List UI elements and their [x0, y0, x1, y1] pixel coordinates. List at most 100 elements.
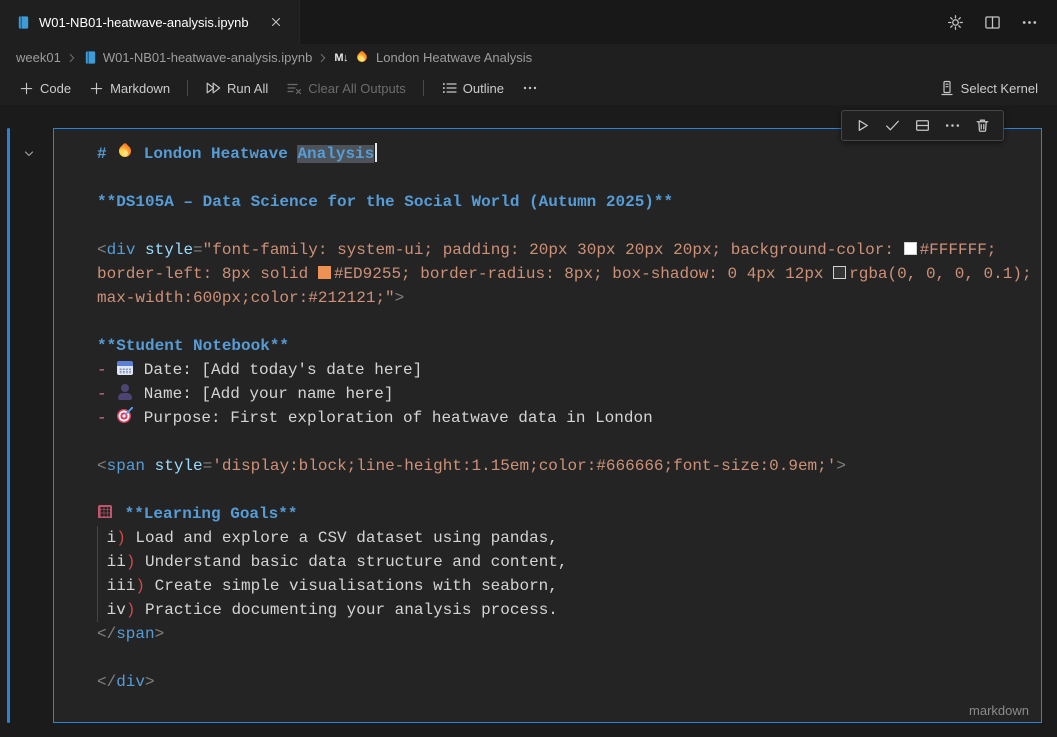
- code-token: div: [116, 673, 145, 691]
- execute-cell-icon[interactable]: [851, 114, 874, 137]
- more-actions-icon[interactable]: [1018, 11, 1041, 34]
- kernel-icon: [939, 80, 955, 96]
- code-token: iii: [97, 577, 135, 595]
- code-line: # London Heatwave Analysis: [97, 142, 1033, 166]
- editor-tab[interactable]: W01-NB01-heatwave-analysis.ipynb: [0, 0, 300, 44]
- code-token: <: [97, 457, 107, 475]
- code-token: Create simple visualisations with seabor…: [145, 577, 558, 595]
- code-line: iv) Practice documenting your analysis p…: [97, 598, 1033, 622]
- code-token: Practice documenting your analysis proce…: [135, 601, 557, 619]
- code-token: </: [97, 673, 116, 691]
- toolbar-separator: [423, 80, 424, 96]
- code-token: ): [126, 553, 136, 571]
- markdown-cell: # London Heatwave Analysis **DS105A – Dat…: [53, 128, 1042, 723]
- chevron-down-icon[interactable]: [20, 145, 38, 163]
- code-token: =: [193, 241, 203, 259]
- target-emoji-icon: [116, 407, 134, 425]
- code-token: =: [203, 457, 213, 475]
- person-emoji-icon: [116, 383, 134, 401]
- markdown-cell-editor[interactable]: # London Heatwave Analysis **DS105A – Dat…: [54, 129, 1041, 722]
- run-all-button[interactable]: Run All: [198, 77, 275, 99]
- code-line: </div>: [97, 670, 1033, 694]
- breadcrumb-file[interactable]: W01-NB01-heatwave-analysis.ipynb: [83, 50, 313, 65]
- code-line: - Purpose: First exploration of heatwave…: [97, 406, 1033, 430]
- editor-actions: [944, 0, 1057, 44]
- code-token: div: [107, 241, 136, 259]
- plus-icon: [19, 81, 34, 96]
- code-line: **Student Notebook**: [97, 334, 1033, 358]
- code-line: [97, 646, 1033, 670]
- markdown-icon: M↓: [334, 52, 348, 64]
- focused-cell-indicator: [7, 128, 10, 723]
- cell-toolbar: [841, 110, 1004, 141]
- code-token: Name: [Add your name here]: [134, 385, 393, 403]
- clear-all-outputs-button[interactable]: Clear All Outputs: [279, 77, 413, 99]
- chevron-right-icon: [316, 51, 330, 65]
- code-line: <span style='display:block;line-height:1…: [97, 454, 1033, 478]
- code-line: border-left: 8px solid #ED9255; border-r…: [97, 262, 1033, 286]
- code-token: "font-family: system-ui; padding: 20px 3…: [203, 241, 904, 259]
- code-line: [97, 478, 1033, 502]
- goal-net-emoji-icon: [97, 503, 115, 521]
- code-token: [145, 457, 155, 475]
- fire-emoji-icon: [116, 143, 134, 161]
- code-line: - Date: [Add today's date here]: [97, 358, 1033, 382]
- outline-button[interactable]: Outline: [434, 77, 511, 99]
- breadcrumb-heading[interactable]: M↓ London Heatwave Analysis: [334, 49, 532, 67]
- notebook-file-icon: [83, 50, 98, 65]
- code-token: Purpose: First exploration of heatwave d…: [134, 409, 652, 427]
- code-line: ii) Understand basic data structure and …: [97, 550, 1033, 574]
- color-swatch-orange: [318, 266, 331, 279]
- code-token: i: [97, 529, 116, 547]
- gear-icon[interactable]: [944, 11, 967, 34]
- notebook-body: # London Heatwave Analysis **DS105A – Dat…: [0, 105, 1057, 737]
- more-actions-icon[interactable]: [941, 114, 964, 137]
- color-swatch-white: [904, 242, 917, 255]
- code-token: Date: [Add today's date here]: [134, 361, 422, 379]
- code-token: #FFFFFF;: [920, 241, 997, 259]
- vscode-window: W01-NB01-heatwave-analysis.ipynb week01: [0, 0, 1057, 737]
- editor-tab-bar: W01-NB01-heatwave-analysis.ipynb: [0, 0, 1057, 44]
- code-token: Load and explore a CSV dataset using pan…: [126, 529, 558, 547]
- code-token: ): [135, 577, 145, 595]
- code-token: London Heatwave: [134, 145, 297, 163]
- add-markdown-cell-button[interactable]: Markdown: [82, 78, 177, 99]
- code-token: -: [97, 385, 116, 403]
- code-line: i) Load and explore a CSV dataset using …: [97, 526, 1033, 550]
- code-token: </: [97, 625, 116, 643]
- split-cell-icon[interactable]: [911, 114, 934, 137]
- code-line: [97, 430, 1033, 454]
- code-token: -: [97, 409, 116, 427]
- notebook-toolbar: Code Markdown Run All Clear All Outputs …: [0, 71, 1057, 105]
- more-actions-icon[interactable]: [515, 77, 545, 99]
- code-token: **DS105A – Data Science for the Social W…: [97, 193, 673, 211]
- code-token: ): [116, 529, 126, 547]
- code-line: max-width:600px;color:#212121;">: [97, 286, 1033, 310]
- code-token: Analysis: [297, 145, 374, 163]
- delete-cell-icon[interactable]: [971, 114, 994, 137]
- code-token: Understand basic data structure and cont…: [135, 553, 567, 571]
- code-token: >: [145, 673, 155, 691]
- color-swatch-rgba: [833, 266, 846, 279]
- code-token: max-width:600px;color:#212121;": [97, 289, 395, 307]
- cell-language-label[interactable]: markdown: [969, 703, 1029, 718]
- breadcrumb-folder[interactable]: week01: [16, 50, 61, 65]
- tab-title: W01-NB01-heatwave-analysis.ipynb: [39, 15, 249, 30]
- code-token: >: [395, 289, 405, 307]
- code-token: #ED9255; border-radius: 8px; box-shadow:…: [334, 265, 833, 283]
- split-editor-icon[interactable]: [981, 11, 1004, 34]
- code-token: span: [107, 457, 145, 475]
- code-token: iv: [97, 601, 126, 619]
- code-token: rgba(0, 0, 0, 0.1);: [849, 265, 1031, 283]
- add-code-cell-button[interactable]: Code: [12, 78, 78, 99]
- select-kernel-button[interactable]: Select Kernel: [932, 77, 1045, 99]
- code-line: iii) Create simple visualisations with s…: [97, 574, 1033, 598]
- code-line: **DS105A – Data Science for the Social W…: [97, 190, 1033, 214]
- run-all-icon: [205, 80, 221, 96]
- code-token: >: [836, 457, 846, 475]
- toolbar-separator: [187, 80, 188, 96]
- close-icon[interactable]: [267, 13, 285, 31]
- code-token: [135, 241, 145, 259]
- stop-editing-icon[interactable]: [881, 114, 904, 137]
- clear-outputs-icon: [286, 80, 302, 96]
